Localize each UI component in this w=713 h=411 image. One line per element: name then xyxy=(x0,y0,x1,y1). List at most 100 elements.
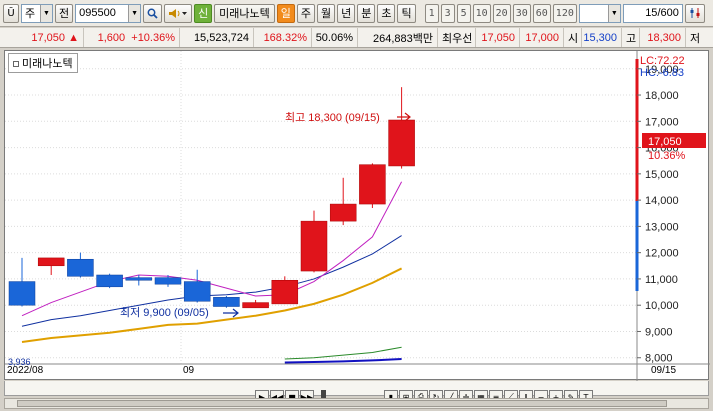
rate-cell: 50.06% xyxy=(312,28,358,47)
candle-body xyxy=(388,119,415,167)
y-tick-label: 14,000 xyxy=(645,195,679,207)
priority-cell: 최우선 xyxy=(438,28,476,47)
y-tick-label: 15,000 xyxy=(645,169,679,181)
bid-cell: 17,000 xyxy=(520,28,564,47)
count-input[interactable]: 15 /600 xyxy=(622,3,683,23)
high-cell: 18,300 xyxy=(640,28,686,47)
sin-badge[interactable]: 신 xyxy=(194,3,213,23)
volume-ratio: 168.32% xyxy=(263,31,307,44)
chevron-down-icon[interactable]: ▼ xyxy=(128,4,141,22)
period-week-tab[interactable]: 주 xyxy=(296,3,315,23)
period-year-tab[interactable]: 년 xyxy=(337,3,356,23)
hc-label: HC:-6.83 xyxy=(640,67,684,79)
volume-value: 15,523,724 xyxy=(193,31,249,44)
priority-label: 최우선 xyxy=(442,32,473,45)
price-change: 1,600 xyxy=(97,31,126,44)
candle-body xyxy=(37,257,65,267)
candle-body xyxy=(125,277,153,281)
link-icon[interactable]: Ū xyxy=(3,3,19,23)
step-120-button[interactable]: 120 xyxy=(552,3,577,23)
code-input[interactable]: 095500 ▼ xyxy=(75,3,142,23)
amount-cell: 264,883백만 xyxy=(358,28,438,47)
ask-cell: 17,050 xyxy=(476,28,520,47)
price-chart[interactable]: 19,00018,00017,00016,00015,00014,00013,0… xyxy=(5,51,710,381)
amount-value: 264,883백만 xyxy=(372,32,433,45)
rate-value: 50.06% xyxy=(315,31,353,44)
y-tick-label: 17,000 xyxy=(645,116,679,128)
step-30-button[interactable]: 30 xyxy=(512,3,531,23)
up-arrow-icon: ▲ xyxy=(68,31,79,44)
open-cell: 15,300 xyxy=(582,28,622,47)
ask-price: 17,050 xyxy=(481,31,515,44)
step-1-button[interactable]: 1 xyxy=(424,3,439,23)
count-input-value: 15 xyxy=(645,7,658,19)
candle-body xyxy=(183,281,211,302)
market-select-value: 주 xyxy=(25,8,36,20)
current-price: 17,050 xyxy=(31,31,66,44)
y-tick-label: 12,000 xyxy=(645,248,679,260)
step-10-button[interactable]: 10 xyxy=(472,3,491,23)
low-label: 저 xyxy=(690,32,701,45)
checkbox-icon[interactable] xyxy=(13,61,19,68)
candle-body xyxy=(359,164,386,205)
moving-average-line xyxy=(21,235,402,327)
open-price: 15,300 xyxy=(583,31,617,44)
quote-strip: 17,050 ▲ 1,600 +10.36% 15,523,724 168.32… xyxy=(0,28,713,48)
date-label-mid: 09 xyxy=(183,365,195,376)
candle-body xyxy=(154,277,182,285)
chevron-down-icon[interactable]: ▼ xyxy=(607,4,620,22)
horizontal-scrollbar[interactable] xyxy=(4,398,709,409)
y-tick-label: 8,000 xyxy=(645,353,673,365)
open-label: 시 xyxy=(568,32,579,45)
code-input-value: 095500 xyxy=(79,7,116,19)
change-cell: 1,600 +10.36% xyxy=(84,28,180,47)
y-axis-ticks: 19,00018,00017,00016,00015,00014,00013,0… xyxy=(637,64,679,365)
y-tick-label: 10,000 xyxy=(645,300,679,312)
scrollbar-thumb[interactable] xyxy=(17,400,667,407)
date-label-start: 2022/08 xyxy=(7,365,44,376)
volume-ratio-cell: 168.32% xyxy=(254,28,312,47)
current-price-label: 17,050 xyxy=(648,136,682,148)
period-day-tab[interactable]: 일 xyxy=(276,3,295,23)
volume-line xyxy=(284,358,402,364)
chart-grid xyxy=(5,51,637,364)
lc-label: LC:72.22 xyxy=(640,55,685,67)
period-month-tab[interactable]: 월 xyxy=(316,3,336,23)
candle-body xyxy=(8,281,36,306)
jeon-button[interactable]: 전 xyxy=(55,3,74,23)
y-tick-label: 9,000 xyxy=(645,326,673,338)
search-icon[interactable] xyxy=(143,3,163,23)
custom-period-input[interactable]: ▼ xyxy=(578,3,621,23)
high-price: 18,300 xyxy=(647,31,681,44)
period-second-tab[interactable]: 초 xyxy=(377,3,396,23)
candle-body xyxy=(213,297,240,307)
volume-cell: 15,523,724 xyxy=(180,28,254,47)
period-tick-tab[interactable]: 틱 xyxy=(397,3,416,23)
step-60-button[interactable]: 60 xyxy=(532,3,551,23)
period-minute-tab[interactable]: 분 xyxy=(357,3,376,23)
price-change-pct: +10.36% xyxy=(131,31,175,44)
date-label-end: 09/15 xyxy=(651,365,677,376)
candle-body xyxy=(96,274,123,288)
step-5-button[interactable]: 5 xyxy=(456,3,471,23)
volume-lines xyxy=(284,346,402,364)
y-tick-label: 11,000 xyxy=(645,274,678,286)
low-annotation: 최저 9,900 (09/05) xyxy=(120,306,209,319)
bid-price: 17,000 xyxy=(525,31,559,44)
high-label: 고 xyxy=(626,32,637,45)
stock-name-button[interactable]: 미래나노텍 xyxy=(214,3,275,23)
chevron-down-icon[interactable]: ▼ xyxy=(40,4,52,22)
count-total-label: /600 xyxy=(657,7,679,19)
market-select[interactable]: 주 ▼ xyxy=(21,3,53,23)
y-tick-label: 13,000 xyxy=(645,221,679,233)
low-label-cell: 저 xyxy=(686,28,704,47)
high-annotation: 최고 18,300 (09/15) xyxy=(285,111,380,124)
speaker-icon[interactable] xyxy=(164,3,193,23)
settings-icon[interactable] xyxy=(684,3,705,23)
current-pct-label: 10.36% xyxy=(648,150,686,162)
step-20-button[interactable]: 20 xyxy=(492,3,511,23)
step-3-button[interactable]: 3 xyxy=(440,3,455,23)
high-label-cell: 고 xyxy=(622,28,640,47)
chart-panel[interactable]: 19,000 18,000 17,000 16,000 15,000 14,000 13,0… xyxy=(4,50,710,381)
chart-title-box[interactable]: 미래나노텍 xyxy=(8,53,78,73)
